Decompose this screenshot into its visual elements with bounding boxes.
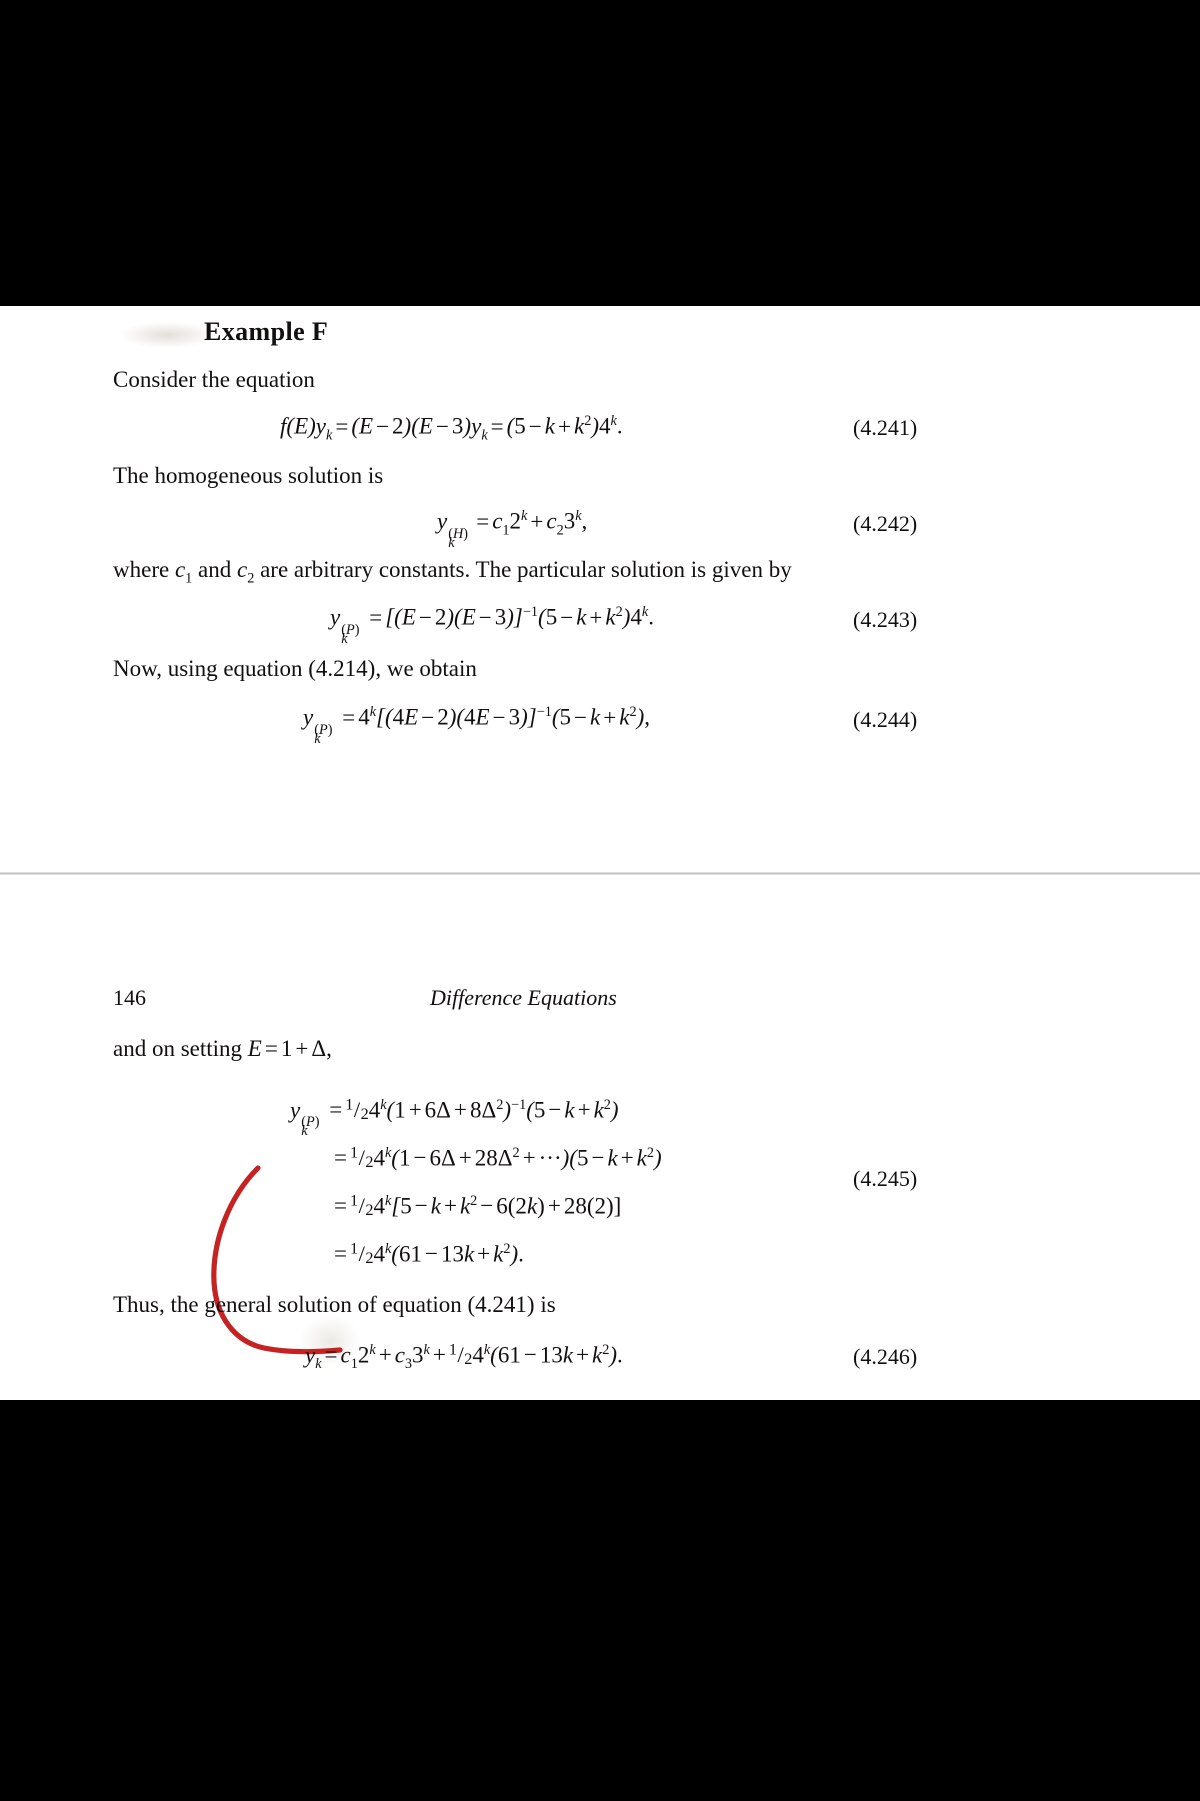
equation-4-245-line-2: = 1/24k(1−6Δ +28Δ2 + ···)(5− k + k2) <box>334 1144 662 1172</box>
equation-4-244: y (P) k = 4k[(4E −2)(4E −3)]−1(5− k + k2), <box>303 704 650 747</box>
equation-tag-4-245: (4.245) <box>853 1166 918 1191</box>
p3-c2: c <box>237 557 248 582</box>
letterbox-top <box>0 0 1200 306</box>
p3-c1: c <box>174 557 186 582</box>
equation-4-243: y (P) k = [(E −2)(E −3)]−1(5− k + k2)4k. <box>330 604 654 647</box>
equation-tag-4-242: (4.242) <box>853 511 918 536</box>
equation-4-245-line-3: = 1/24k[5− k + k2−6(2k) +28(2)] <box>334 1192 622 1220</box>
equation-4-242: y (H) k = c12k + c23k, <box>437 508 588 551</box>
scanned-page: Example F Consider the equation f(E)yk =(… <box>0 306 1200 1400</box>
equation-4-245-line-4: = 1/24k(61−13k + k2). <box>334 1240 524 1268</box>
paragraph-and-on-setting: and on setting E = 1 + Δ, <box>113 1036 332 1061</box>
paragraph-using-equation-4214: Now, using equation (4.214), we obtain <box>113 656 477 681</box>
section-heading: Example F <box>204 317 329 346</box>
equation-tag-4-244: (4.244) <box>853 707 918 732</box>
equation-tag-4-246: (4.246) <box>853 1344 918 1369</box>
equation-4-245-line-1: y (P) k = 1/24k(1 +6Δ +8Δ2)−1(5− k + k2) <box>290 1096 619 1140</box>
equation-tag-4-243: (4.243) <box>853 607 918 632</box>
handwritten-red-brace-annotation <box>200 1162 350 1362</box>
p3-text-c: are arbitrary constants. The particular … <box>254 557 792 582</box>
p3-text-a: where <box>113 557 175 582</box>
running-head-page-number: 146 <box>113 985 146 1010</box>
paragraph-homogeneous-solution: The homogeneous solution is <box>113 463 384 488</box>
p5-text: and on setting <box>113 1036 248 1061</box>
page-fragment-divider <box>0 872 1200 875</box>
paragraph-arbitrary-constants: where c1 and c2 are arbitrary constants.… <box>113 556 792 588</box>
scan-smudge-top <box>120 322 215 348</box>
p3-text-b: and <box>192 557 237 582</box>
paragraph-thus-general-solution: Thus, the general solution of equation (… <box>113 1292 556 1317</box>
running-head-title: Difference Equations <box>430 985 617 1010</box>
equation-4-246: yk = c12k + c33k +1/24k(61−13k + k2). <box>305 1341 623 1373</box>
equation-tag-4-241: (4.241) <box>853 415 918 440</box>
letterbox-bottom <box>0 1400 1200 1801</box>
paragraph-consider-equation: Consider the equation <box>113 367 315 392</box>
equation-4-241: f(E)yk = (E −2)(E −3)yk = (5− k + k2)4k. <box>280 413 623 444</box>
